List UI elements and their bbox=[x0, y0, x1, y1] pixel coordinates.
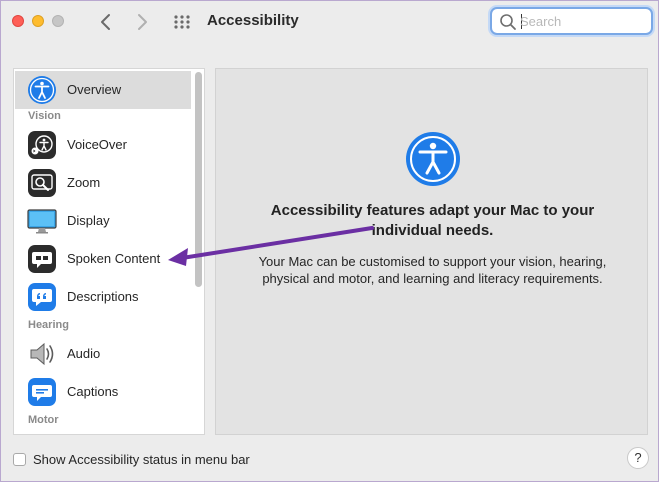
annotation-arrow-icon bbox=[168, 226, 374, 266]
